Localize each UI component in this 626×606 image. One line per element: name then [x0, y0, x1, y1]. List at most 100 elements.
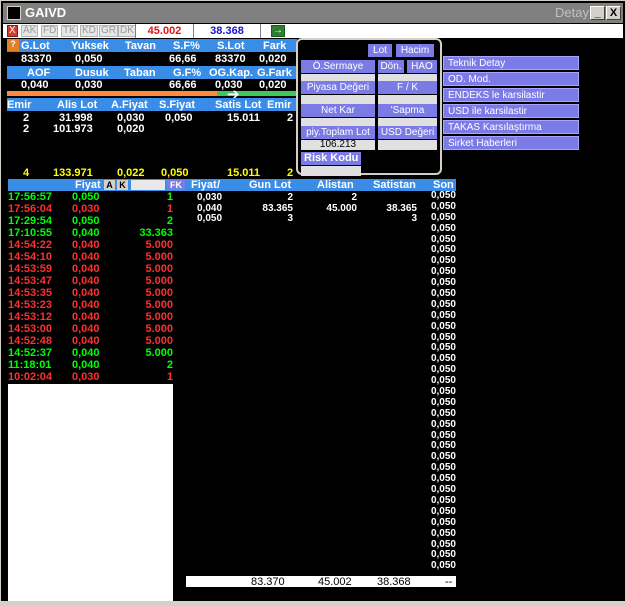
- depth-price: 0,040: [197, 202, 223, 214]
- osermaye-button[interactable]: Ö.Sermaye: [301, 60, 375, 73]
- depth-hdr-fiyat: Fiyat: [191, 179, 217, 191]
- history-empty-area: [8, 384, 173, 601]
- val-fark: 0,020: [259, 53, 287, 65]
- history-time: 14:52:48: [8, 335, 53, 347]
- history-lot: 5.000: [145, 335, 173, 347]
- tab-tk[interactable]: TK: [61, 25, 78, 37]
- tab-gr[interactable]: GR: [99, 25, 118, 37]
- history-price: 0,030: [72, 371, 100, 383]
- history-time: 14:53:23: [8, 299, 53, 311]
- net-kar-button[interactable]: Net Kar: [301, 104, 375, 117]
- order-total-s-fiyat: 0,050: [161, 167, 189, 179]
- history-time: 14:53:00: [8, 323, 53, 335]
- tab-fd[interactable]: FD: [41, 25, 59, 37]
- don-button[interactable]: Dön.: [378, 60, 404, 73]
- history-a-button[interactable]: A: [104, 180, 115, 190]
- depth-gun-lot: 2: [287, 192, 293, 203]
- usd-degeri-button[interactable]: USD Değeri: [378, 126, 437, 139]
- history-row: 17:56:04 0,030 1: [8, 203, 173, 215]
- sapma-button[interactable]: 'Sapma: [378, 104, 437, 117]
- go-arrow-icon[interactable]: →: [271, 25, 285, 37]
- piy-toplam-lot-button[interactable]: piy.Toplam Lot: [301, 126, 375, 139]
- title-bar[interactable]: GAIVD Detay _ X: [3, 3, 623, 23]
- depth-gun-lot: 83.365: [262, 202, 293, 214]
- hao-button[interactable]: HAO: [407, 60, 437, 73]
- depth-price: 0,050: [197, 213, 223, 224]
- depth-hdr-gun-lot: Gun Lot: [249, 179, 292, 191]
- history-row: 14:52:37 0,040 5.000: [8, 347, 173, 359]
- val-sf-pct: 66,66: [169, 53, 197, 65]
- history-row: 14:53:59 0,040 5.000: [8, 263, 173, 275]
- history-price: 0,040: [72, 287, 100, 299]
- lot-button[interactable]: Lot: [368, 44, 392, 57]
- history-hdr-fiyat: Fiyat: [75, 179, 101, 191]
- menu-usd-karsilastir[interactable]: USD ile karsilastir: [443, 104, 579, 118]
- menu-teknik-detay[interactable]: Teknik Detay: [443, 56, 579, 70]
- history-time: 14:53:47: [8, 275, 53, 287]
- hacim-button[interactable]: Hacim: [396, 44, 434, 57]
- hdr-emir-left: Emir: [7, 99, 32, 111]
- close-button[interactable]: X: [606, 6, 621, 20]
- piyasa-degeri-button[interactable]: Piyasa Değeri: [301, 81, 375, 94]
- history-time: 14:52:37: [8, 347, 53, 359]
- history-k-button[interactable]: K: [117, 180, 128, 190]
- depth-satistan: 38.365: [386, 202, 417, 214]
- risk-kodu-button[interactable]: Risk Kodu: [301, 152, 361, 165]
- son-value: 0,050: [430, 527, 456, 539]
- history-row: 14:53:47 0,040 5.000: [8, 275, 173, 287]
- history-price: 0,040: [72, 311, 100, 323]
- minimize-button[interactable]: _: [590, 6, 605, 20]
- history-time: 14:53:59: [8, 263, 53, 275]
- history-filter-input[interactable]: [131, 180, 165, 190]
- tab-dk[interactable]: DK: [118, 25, 136, 37]
- history-row: 17:10:55 0,040 33.363: [8, 227, 173, 239]
- depth-sort-marker: /: [217, 179, 221, 191]
- history-price: 0,040: [72, 239, 100, 251]
- history-price: 0,040: [72, 347, 100, 359]
- history-lot: 5.000: [145, 323, 173, 335]
- tab-kd[interactable]: KD: [80, 25, 98, 37]
- order-total-emir-right: 2: [287, 167, 294, 179]
- toolbar: X AK FD TK KD GR DK 45.002 38.368 →: [3, 24, 623, 38]
- val-yuksek: 0,050: [75, 53, 103, 65]
- history-price: 0,030: [72, 203, 100, 215]
- history-price: 0,040: [72, 335, 100, 347]
- hdr-g-fark: G.Fark: [257, 67, 292, 79]
- toolbar-close-icon[interactable]: X: [7, 25, 18, 37]
- history-fk-button[interactable]: FK: [167, 180, 185, 190]
- order-total-emir: 4: [23, 167, 30, 179]
- depth-price: 0,030: [197, 192, 223, 203]
- hdr-s-fiyat: S.Fiyat: [159, 99, 196, 111]
- history-lot: 1: [166, 371, 173, 383]
- hdr-s-lot: S.Lot: [217, 40, 245, 52]
- order-row-2-a-fiyat: 0,020: [117, 123, 145, 135]
- history-price: 0,040: [72, 263, 100, 275]
- history-price: 0,050: [72, 215, 100, 227]
- menu-endeks-karsilastir[interactable]: ENDEKS le karsilastir: [443, 88, 579, 102]
- history-lot: 5.000: [145, 239, 173, 251]
- history-price: 0,040: [72, 251, 100, 263]
- menu-od-mod[interactable]: OD. Mod.: [443, 72, 579, 86]
- menu-sirket-haberleri[interactable]: Sirket Haberleri: [443, 136, 579, 150]
- order-total-satis-lot: 15.011: [227, 167, 261, 179]
- hdr-gf-pct: G.F%: [173, 67, 202, 79]
- history-lot: 2: [166, 215, 173, 227]
- history-row: 14:53:23 0,040 5.000: [8, 299, 173, 311]
- history-row: 17:29:54 0,050 2: [8, 215, 173, 227]
- history-price: 0,050: [72, 191, 100, 203]
- depth-alistan: 45.000: [326, 202, 357, 214]
- history-lot: 5.000: [145, 299, 173, 311]
- history-lot: 5.000: [145, 251, 173, 263]
- tab-ak[interactable]: AK: [21, 25, 39, 37]
- history-row: 17:56:57 0,050 1: [8, 191, 173, 203]
- info-popup: Lot Hacim Ö.Sermaye Dön. HAO Piyasa Değe…: [296, 38, 442, 176]
- fk-button[interactable]: F / K: [378, 81, 437, 94]
- depth-gun-lot: 3: [287, 213, 293, 224]
- history-time: 14:54:22: [8, 239, 53, 251]
- progress-strip-orange: [7, 91, 217, 96]
- history-price: 0,040: [72, 359, 100, 371]
- menu-takas-karsilastirma[interactable]: TAKAS Karsılaştırma: [443, 120, 579, 134]
- window-title: GAIVD: [25, 5, 67, 20]
- history-row: 14:54:22 0,040 5.000: [8, 239, 173, 251]
- help-icon[interactable]: ?: [7, 39, 19, 51]
